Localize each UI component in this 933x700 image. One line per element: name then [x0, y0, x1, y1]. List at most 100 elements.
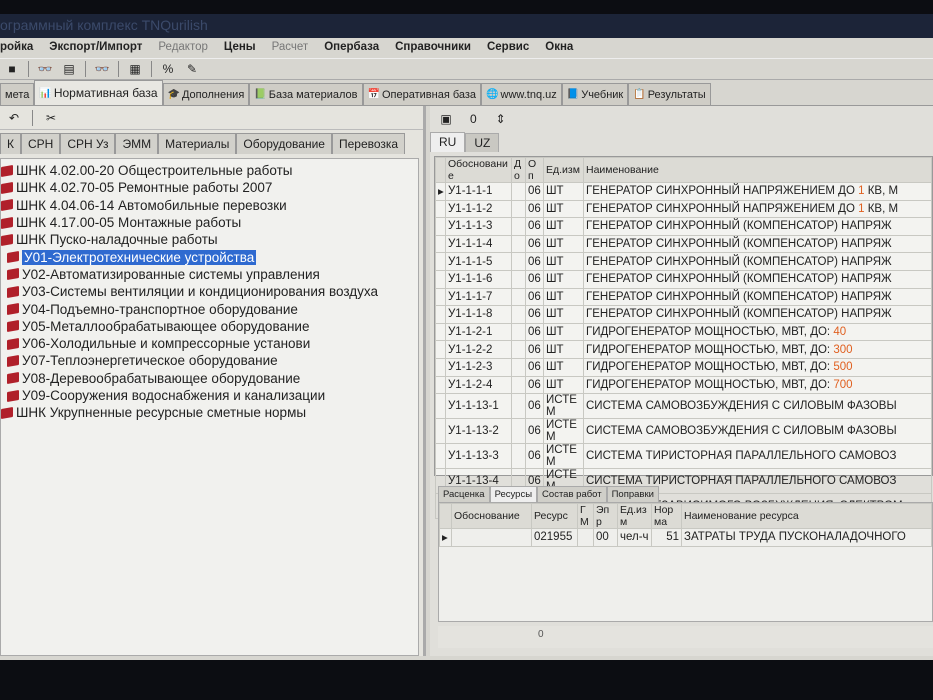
table-row[interactable]: ▸ У1-1-1-1 06 ШТ ГЕНЕРАТОР СИНХРОННЫЙ НАПРЯЖ… — [435, 182, 932, 201]
tab-sub-0[interactable]: К — [0, 133, 21, 154]
tree-node[interactable]: У05-Металлообрабатывающее оборудование — [1, 318, 418, 335]
table-row[interactable]: У1-1-13-1 06 ИСТЕМ СИСТЕМА САМОВОЗБУЖДЕНИЯ … — [435, 393, 932, 420]
tab-detail-2[interactable]: Состав работ — [537, 486, 607, 502]
column-header[interactable]: ГМ — [577, 503, 594, 529]
cell: У1-1-13-3 — [445, 443, 512, 470]
tab-lang-0[interactable]: RU — [430, 132, 466, 152]
tab-icon: 📅 — [367, 89, 380, 100]
column-header[interactable]: Ресурс — [531, 503, 578, 529]
filter-icon[interactable]: ▤ — [61, 61, 77, 77]
column-header[interactable]: Обоснование — [451, 503, 532, 529]
cell: 06 — [525, 418, 544, 445]
table-row[interactable]: У1-1-1-4 06 ШТ ГЕНЕРАТОР СИНХРОННЫЙ (КОМПЕН… — [435, 234, 932, 254]
resources-footer: 0 — [438, 626, 933, 648]
menu-item[interactable]: Экспорт/Импорт — [49, 41, 142, 58]
table-row[interactable]: У1-1-2-3 06 ШТ ГИДРОГЕНЕРАТОР МОЩНОСТЬЮ, МВ… — [435, 357, 932, 377]
binoculars-icon[interactable]: 👓 — [37, 61, 53, 77]
clipboard-icon[interactable]: ✎ — [184, 61, 200, 77]
spinner-icon[interactable]: ⇕ — [493, 111, 509, 127]
cell: 06 — [525, 357, 544, 377]
column-header[interactable]: До — [511, 157, 526, 183]
tab-main-2[interactable]: 🎓 Дополнения — [162, 83, 250, 105]
menu-item[interactable]: Сервис — [487, 41, 529, 58]
tab-detail-0[interactable]: Расценка — [438, 486, 490, 502]
column-header[interactable]: Оп — [525, 157, 544, 183]
tab-sub-2[interactable]: СРН Уз — [60, 133, 116, 154]
tab-main-6[interactable]: 📘 Учебник — [561, 83, 629, 105]
tab-lang-1[interactable]: UZ — [465, 133, 500, 152]
tab-detail-3[interactable]: Поправки — [606, 486, 659, 502]
tree-node[interactable]: У09-Сооружения водоснабжения и канализац… — [1, 387, 418, 404]
column-header[interactable]: Норма — [651, 503, 682, 529]
tree-node[interactable]: У03-Системы вентиляции и кондиционирован… — [1, 283, 418, 300]
tab-sub-5[interactable]: Оборудование — [236, 133, 332, 154]
cell — [511, 305, 526, 324]
tree-node[interactable]: ШНК Укрупненные ресурсные сметные нормы — [1, 404, 418, 421]
table-row[interactable]: У1-1-1-5 06 ШТ ГЕНЕРАТОР СИНХРОННЫЙ (КОМПЕН… — [435, 252, 932, 271]
tab-main-0[interactable]: мета — [0, 83, 35, 105]
menu-item[interactable]: Расчет — [272, 41, 309, 58]
table-row[interactable]: У1-1-1-7 06 ШТ ГЕНЕРАТОР СИНХРОННЫЙ (КОМПЕН… — [435, 287, 932, 307]
table-row[interactable]: У1-1-2-4 06 ШТ ГИДРОГЕНЕРАТОР МОЩНОСТЬЮ, МВ… — [435, 375, 932, 395]
column-header[interactable]: Ед.изм — [617, 503, 652, 529]
column-header[interactable]: Наименование — [583, 157, 932, 183]
calculator-icon[interactable]: ▦ — [127, 61, 143, 77]
table-row[interactable]: У1-1-13-3 06 ИСТЕМ СИСТЕМА ТИРИСТОРНАЯ ПАРА… — [435, 443, 932, 470]
menu-item[interactable]: Опербаза — [324, 41, 379, 58]
tab-sub-6[interactable]: Перевозка — [331, 133, 406, 154]
cut-icon[interactable]: ✂ — [43, 110, 59, 126]
tree-node[interactable]: У07-Теплоэнергетическое оборудование — [1, 352, 418, 369]
tree-node-label: ШНК Пуско-наладочные работы — [16, 232, 218, 248]
tab-main-3[interactable]: 📗 База материалов — [249, 83, 363, 105]
cell — [511, 393, 526, 420]
tree-node[interactable]: У01-Электротехнические устройства — [1, 248, 418, 265]
tab-sub-1[interactable]: СРН — [21, 133, 61, 154]
column-header[interactable]: Наименование ресурса — [681, 503, 932, 529]
menu-item[interactable]: Цены — [224, 41, 256, 58]
book-icon — [7, 251, 19, 264]
tree-node[interactable]: У04-Подъемно-транспортное оборудование — [1, 300, 418, 317]
cell-name: ГИДРОГЕНЕРАТОР МОЩНОСТЬЮ, МВТ, ДО: 500 — [583, 357, 932, 377]
toolbar-separator — [32, 109, 33, 126]
cell — [511, 269, 526, 289]
menu-item[interactable]: ройка — [0, 41, 33, 58]
undo-icon[interactable]: ↶ — [6, 110, 22, 126]
column-header[interactable]: Ед.изм — [543, 157, 584, 183]
tab-main-4[interactable]: 📅 Оперативная база — [362, 83, 482, 105]
search-icon[interactable]: 👓 — [94, 61, 110, 77]
table-row[interactable]: У1-1-2-2 06 ШТ ГИДРОГЕНЕРАТОР МОЩНОСТЬЮ, МВ… — [435, 340, 932, 359]
tree-node[interactable]: ШНК Пуско-наладочные работы — [1, 231, 418, 248]
tree-node[interactable]: ШНК 4.02.00-20 Общестроительные работы — [1, 162, 418, 179]
book-icon — [1, 181, 13, 194]
table-row[interactable]: У1-1-1-3 06 ШТ ГЕНЕРАТОР СИНХРОННЫЙ (КОМПЕН… — [435, 217, 932, 236]
table-row[interactable]: У1-1-13-2 06 ИСТЕМ СИСТЕМА САМОВОЗБУЖДЕНИЯ … — [435, 418, 932, 445]
tab-sub-4[interactable]: Материалы — [158, 133, 237, 154]
tab-main-1[interactable]: 📊 Нормативная база — [34, 80, 163, 105]
menu-item[interactable]: Окна — [545, 41, 573, 58]
tree-node[interactable]: ШНК 4.02.70-05 Ремонтные работы 2007 — [1, 179, 418, 196]
page-counter[interactable]: 0 — [470, 112, 477, 126]
tree-node[interactable]: У08-Деревообрабатывающее оборудование — [1, 370, 418, 387]
table-row[interactable]: У1-1-1-6 06 ШТ ГЕНЕРАТОР СИНХРОННЫЙ (КОМПЕН… — [435, 269, 932, 289]
column-header[interactable]: Эпр — [593, 503, 618, 529]
tab-detail-1[interactable]: Ресурсы — [489, 486, 538, 502]
tree-node[interactable]: ШНК 4.04.06-14 Автомобильные перевозки — [1, 197, 418, 214]
menu-item[interactable]: Справочники — [395, 41, 471, 58]
save-icon[interactable]: ■ — [4, 61, 20, 77]
export-excel-icon[interactable]: ▣ — [438, 111, 454, 127]
name-suffix: КВ, М — [864, 185, 899, 198]
percent-icon[interactable]: % — [160, 61, 176, 77]
tab-main-5[interactable]: 🌐 www.tnq.uz — [481, 83, 562, 105]
toolbar-separator — [151, 61, 152, 77]
tab-main-7[interactable]: 📋 Результаты — [628, 83, 711, 105]
table-row[interactable]: У1-1-2-1 06 ШТ ГИДРОГЕНЕРАТОР МОЩНОСТЬЮ, МВ… — [435, 322, 932, 342]
table-row[interactable]: ▸ 021955 00 чел-ч 51 ЗАТРАТЫ ТРУДА ПУСКОНАЛАД… — [439, 528, 932, 547]
column-header[interactable]: Обоснование — [445, 157, 512, 183]
table-row[interactable]: У1-1-1-2 06 ШТ ГЕНЕРАТОР СИНХРОННЫЙ НАПРЯЖЕ… — [435, 199, 932, 219]
tree-node[interactable]: У06-Холодильные и компрессорные установи — [1, 335, 418, 352]
menu-item[interactable]: Редактор — [158, 41, 208, 58]
table-row[interactable]: У1-1-1-8 06 ШТ ГЕНЕРАТОР СИНХРОННЫЙ (КОМПЕН… — [435, 305, 932, 324]
tree-node[interactable]: ШНК 4.17.00-05 Монтажные работы — [1, 214, 418, 231]
tab-sub-3[interactable]: ЭММ — [115, 133, 159, 154]
tree-node[interactable]: У02-Автоматизированные системы управлени… — [1, 266, 418, 283]
